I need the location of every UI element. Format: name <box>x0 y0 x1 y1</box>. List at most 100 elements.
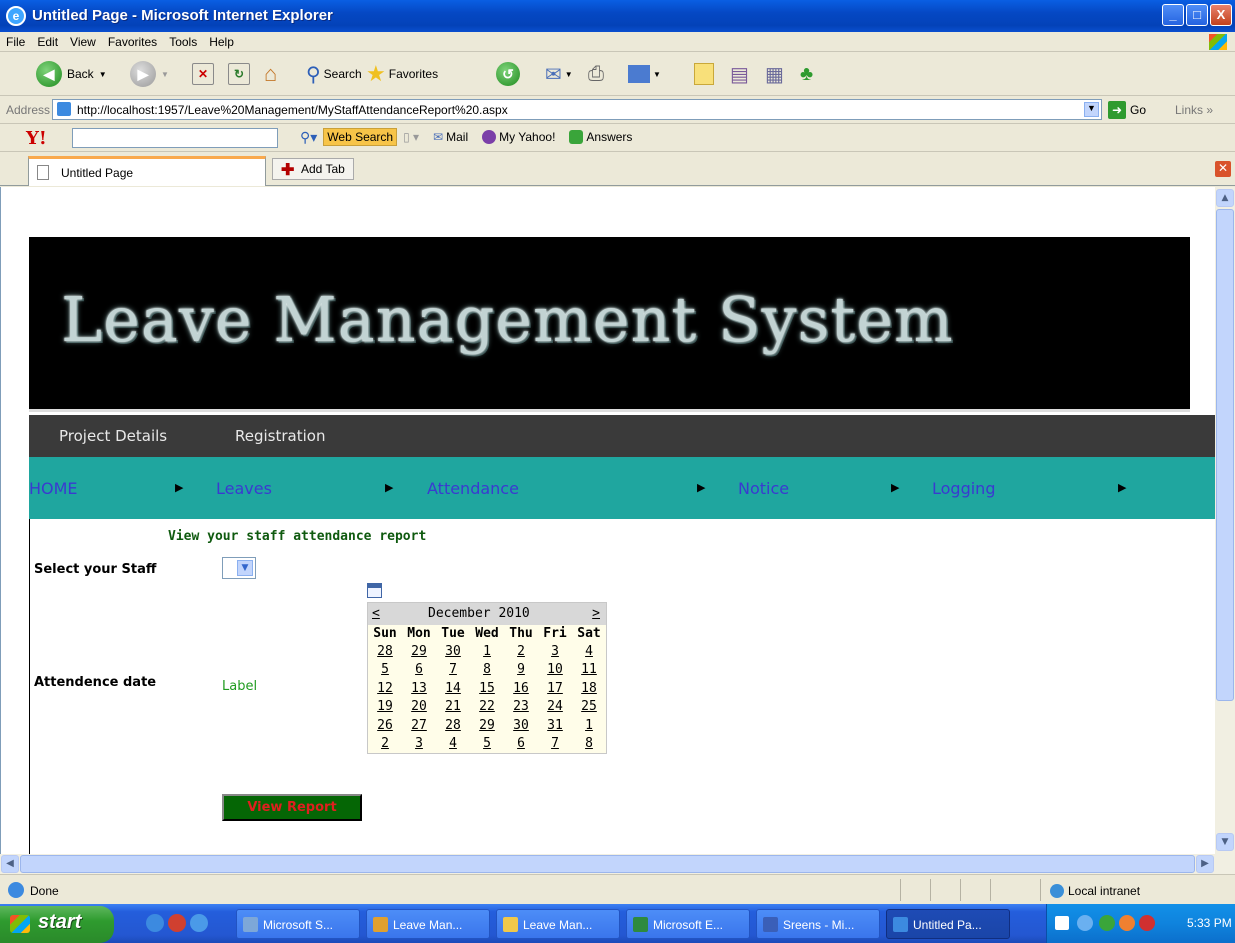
calendar-date-link[interactable]: 30 <box>504 716 538 735</box>
calendar-date-link[interactable]: 22 <box>470 698 504 717</box>
calendar-date-link[interactable]: 3 <box>402 735 436 754</box>
taskbar-item[interactable]: Leave Man... <box>496 909 620 939</box>
forward-button[interactable]: ▶ ▼ <box>130 60 169 88</box>
taskbar-item[interactable]: Leave Man... <box>366 909 490 939</box>
calendar-date-link[interactable]: 1 <box>572 716 606 735</box>
close-tab-icon[interactable]: ✕ <box>1215 161 1231 177</box>
research-button[interactable]: ▤ <box>730 60 749 88</box>
calendar-date-link[interactable]: 1 <box>470 642 504 661</box>
network-tray-icon[interactable] <box>1099 915 1115 931</box>
calendar-icon[interactable] <box>367 583 382 598</box>
tab-untitled-page[interactable]: Untitled Page <box>28 156 266 186</box>
calendar-date-link[interactable]: 14 <box>436 679 470 698</box>
collapse-tray-icon[interactable] <box>1077 915 1093 931</box>
home-button[interactable]: ⌂ <box>264 60 277 88</box>
edit-button[interactable]: ▼ <box>628 60 661 88</box>
media-button[interactable]: ▦ <box>765 60 784 88</box>
calendar-date-link[interactable]: 29 <box>402 642 436 661</box>
calendar-date-link[interactable]: 10 <box>538 661 572 680</box>
favorites-button[interactable]: ★ Favorites <box>366 60 438 88</box>
help-tray-icon[interactable] <box>1055 916 1069 930</box>
menu-file[interactable]: File <box>0 32 31 52</box>
menu-tools[interactable]: Tools <box>163 32 203 52</box>
history-button[interactable]: ↺ <box>496 60 520 88</box>
calendar-date-link[interactable]: 29 <box>470 716 504 735</box>
calendar-date-link[interactable]: 4 <box>436 735 470 754</box>
yahoo-logo[interactable]: Y! <box>26 128 47 149</box>
add-tab-button[interactable]: ✚ Add Tab <box>272 158 354 180</box>
calendar-date-link[interactable]: 9 <box>504 661 538 680</box>
stop-button[interactable]: ✕ <box>192 60 214 88</box>
calendar-date-link[interactable]: 8 <box>572 735 606 754</box>
calendar-date-link[interactable]: 16 <box>504 679 538 698</box>
calendar-date-link[interactable]: 5 <box>368 661 402 680</box>
staff-select[interactable]: ▼ <box>222 557 256 579</box>
security-tray-icon[interactable] <box>1139 915 1155 931</box>
calendar-date-link[interactable]: 11 <box>572 661 606 680</box>
messenger-button[interactable]: ♣ <box>800 60 813 88</box>
calendar-date-link[interactable]: 28 <box>436 716 470 735</box>
browser-quicklaunch-icon[interactable] <box>190 914 208 932</box>
scroll-left-icon[interactable]: ◀ <box>1 855 19 873</box>
menu-favorites[interactable]: Favorites <box>102 32 163 52</box>
calendar-date-link[interactable]: 13 <box>402 679 436 698</box>
menu-help[interactable]: Help <box>203 32 240 52</box>
web-search-button[interactable]: Web Search <box>323 128 398 146</box>
calendar-date-link[interactable]: 7 <box>436 661 470 680</box>
menu-view[interactable]: View <box>64 32 102 52</box>
calendar-date-link[interactable]: 26 <box>368 716 402 735</box>
calendar-date-link[interactable]: 20 <box>402 698 436 717</box>
yahoo-search-icon[interactable]: ⚲▾ <box>300 129 317 146</box>
calendar-date-link[interactable]: 15 <box>470 679 504 698</box>
prev-month-link[interactable]: < <box>372 606 380 621</box>
back-button[interactable]: ◀ Back ▼ <box>36 60 107 88</box>
horizontal-scrollbar[interactable]: ◀ ▶ <box>0 854 1235 874</box>
maximize-button[interactable]: □ <box>1186 4 1208 26</box>
update-tray-icon[interactable] <box>1119 915 1135 931</box>
vertical-scrollbar[interactable]: ▲ ▼ <box>1215 187 1235 854</box>
start-button[interactable]: start <box>0 906 114 943</box>
vertical-scroll-thumb[interactable] <box>1216 209 1234 701</box>
calendar-date-link[interactable]: 6 <box>504 735 538 754</box>
address-input[interactable]: http://localhost:1957/Leave%20Management… <box>52 99 1102 120</box>
menu-notice[interactable]: Notice <box>738 479 789 498</box>
ie-quicklaunch-icon[interactable] <box>146 914 164 932</box>
my-yahoo-button[interactable]: My Yahoo! <box>482 130 555 144</box>
calendar-date-link[interactable]: 24 <box>538 698 572 717</box>
calendar-date-link[interactable]: 23 <box>504 698 538 717</box>
highlight-icon[interactable]: ▯ ▾ <box>403 130 419 144</box>
scroll-right-icon[interactable]: ▶ <box>1196 855 1214 873</box>
answers-button[interactable]: Answers <box>569 130 632 144</box>
links-button[interactable]: Links » <box>1175 103 1213 117</box>
horizontal-scroll-thumb[interactable] <box>20 855 1195 873</box>
taskbar-item-active[interactable]: Untitled Pa... <box>886 909 1010 939</box>
discuss-button[interactable] <box>694 60 714 88</box>
calendar-date-link[interactable]: 21 <box>436 698 470 717</box>
calendar-date-link[interactable]: 4 <box>572 642 606 661</box>
calendar-date-link[interactable]: 30 <box>436 642 470 661</box>
calendar-date-link[interactable]: 5 <box>470 735 504 754</box>
close-button[interactable]: X <box>1210 4 1232 26</box>
address-dropdown-icon[interactable]: ▼ <box>1084 102 1099 117</box>
taskbar-item[interactable]: Sreens - Mi... <box>756 909 880 939</box>
taskbar-item[interactable]: Microsoft E... <box>626 909 750 939</box>
minimize-button[interactable]: _ <box>1162 4 1184 26</box>
view-report-button[interactable]: View Report <box>222 794 362 821</box>
calendar-date-link[interactable]: 19 <box>368 698 402 717</box>
calendar-date-link[interactable]: 7 <box>538 735 572 754</box>
calendar-date-link[interactable]: 17 <box>538 679 572 698</box>
nav-project-details[interactable]: Project Details <box>59 427 167 445</box>
calendar-date-link[interactable]: 25 <box>572 698 606 717</box>
search-button[interactable]: ⚲ Search <box>306 60 362 88</box>
scroll-down-icon[interactable]: ▼ <box>1216 833 1234 851</box>
calendar-date-link[interactable]: 8 <box>470 661 504 680</box>
go-button[interactable]: ➜ Go <box>1108 101 1146 119</box>
calendar-date-link[interactable]: 28 <box>368 642 402 661</box>
print-button[interactable]: ⎙ <box>588 60 604 88</box>
mail-button[interactable]: ✉ ▼ <box>545 60 573 88</box>
menu-home[interactable]: HOME <box>29 479 78 498</box>
refresh-button[interactable]: ↻ <box>228 60 250 88</box>
menu-logging[interactable]: Logging <box>932 479 995 498</box>
next-month-link[interactable]: > <box>592 606 600 621</box>
calendar-date-link[interactable]: 12 <box>368 679 402 698</box>
